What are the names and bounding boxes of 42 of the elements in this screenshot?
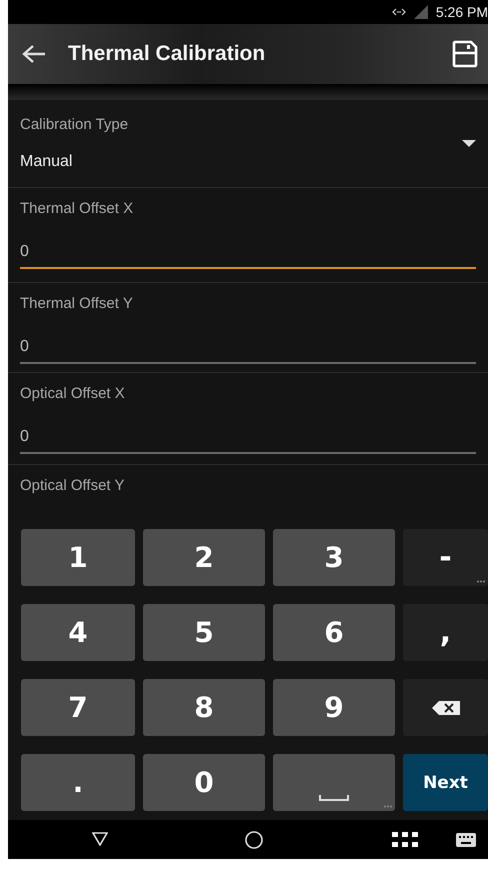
apps-grid-button[interactable] bbox=[392, 832, 418, 848]
space-bar-icon bbox=[319, 795, 349, 801]
keyboard-icon bbox=[456, 833, 476, 847]
data-transfer-icon bbox=[392, 8, 406, 16]
keyboard-key[interactable]: , bbox=[403, 604, 488, 661]
keyboard-key[interactable]: 5 bbox=[143, 604, 265, 661]
keyboard-key[interactable]: 0 bbox=[143, 754, 265, 811]
back-nav-button[interactable] bbox=[92, 832, 108, 846]
keyboard-key[interactable]: . bbox=[21, 754, 135, 811]
dropdown-caret-icon bbox=[462, 140, 476, 147]
back-button[interactable] bbox=[20, 42, 48, 66]
keyboard-switch-button[interactable] bbox=[456, 833, 476, 847]
input-field[interactable]: 0 bbox=[20, 239, 476, 269]
field-label: Thermal Offset X bbox=[20, 200, 134, 217]
screen-title: Thermal Calibration bbox=[68, 42, 266, 66]
triangle-icon bbox=[92, 832, 108, 846]
backspace-icon bbox=[432, 700, 460, 714]
keyboard-key[interactable]: - bbox=[403, 529, 488, 586]
dropdown-label: Calibration Type bbox=[20, 116, 130, 133]
field-label: Optical Offset Y bbox=[20, 477, 126, 494]
keyboard-key[interactable]: 8 bbox=[143, 679, 265, 736]
field-label: Thermal Offset Y bbox=[20, 295, 134, 312]
field-label: Optical Offset X bbox=[20, 385, 126, 402]
keyboard-key[interactable]: 9 bbox=[273, 679, 395, 736]
save-button[interactable] bbox=[450, 38, 480, 70]
home-nav-button[interactable] bbox=[245, 831, 263, 849]
backspace-key[interactable] bbox=[403, 679, 488, 736]
keyboard-key[interactable]: 4 bbox=[21, 604, 135, 661]
next-key[interactable]: Next bbox=[403, 754, 488, 811]
input-field[interactable]: 0 bbox=[20, 424, 476, 454]
keyboard-key[interactable]: 3 bbox=[273, 529, 395, 586]
keyboard-key[interactable]: 6 bbox=[273, 604, 395, 661]
dropdown-value: Manual bbox=[20, 153, 74, 171]
keyboard-key[interactable]: 2 bbox=[143, 529, 265, 586]
back-arrow-icon bbox=[22, 44, 46, 64]
input-field[interactable]: 0 bbox=[20, 334, 476, 364]
keyboard-key[interactable]: 1 bbox=[21, 529, 135, 586]
signal-icon bbox=[414, 5, 428, 19]
status-time: 5:26 PM bbox=[436, 4, 488, 20]
grid-icon bbox=[392, 832, 418, 848]
circle-icon bbox=[245, 831, 263, 849]
keyboard-key[interactable]: 7 bbox=[21, 679, 135, 736]
